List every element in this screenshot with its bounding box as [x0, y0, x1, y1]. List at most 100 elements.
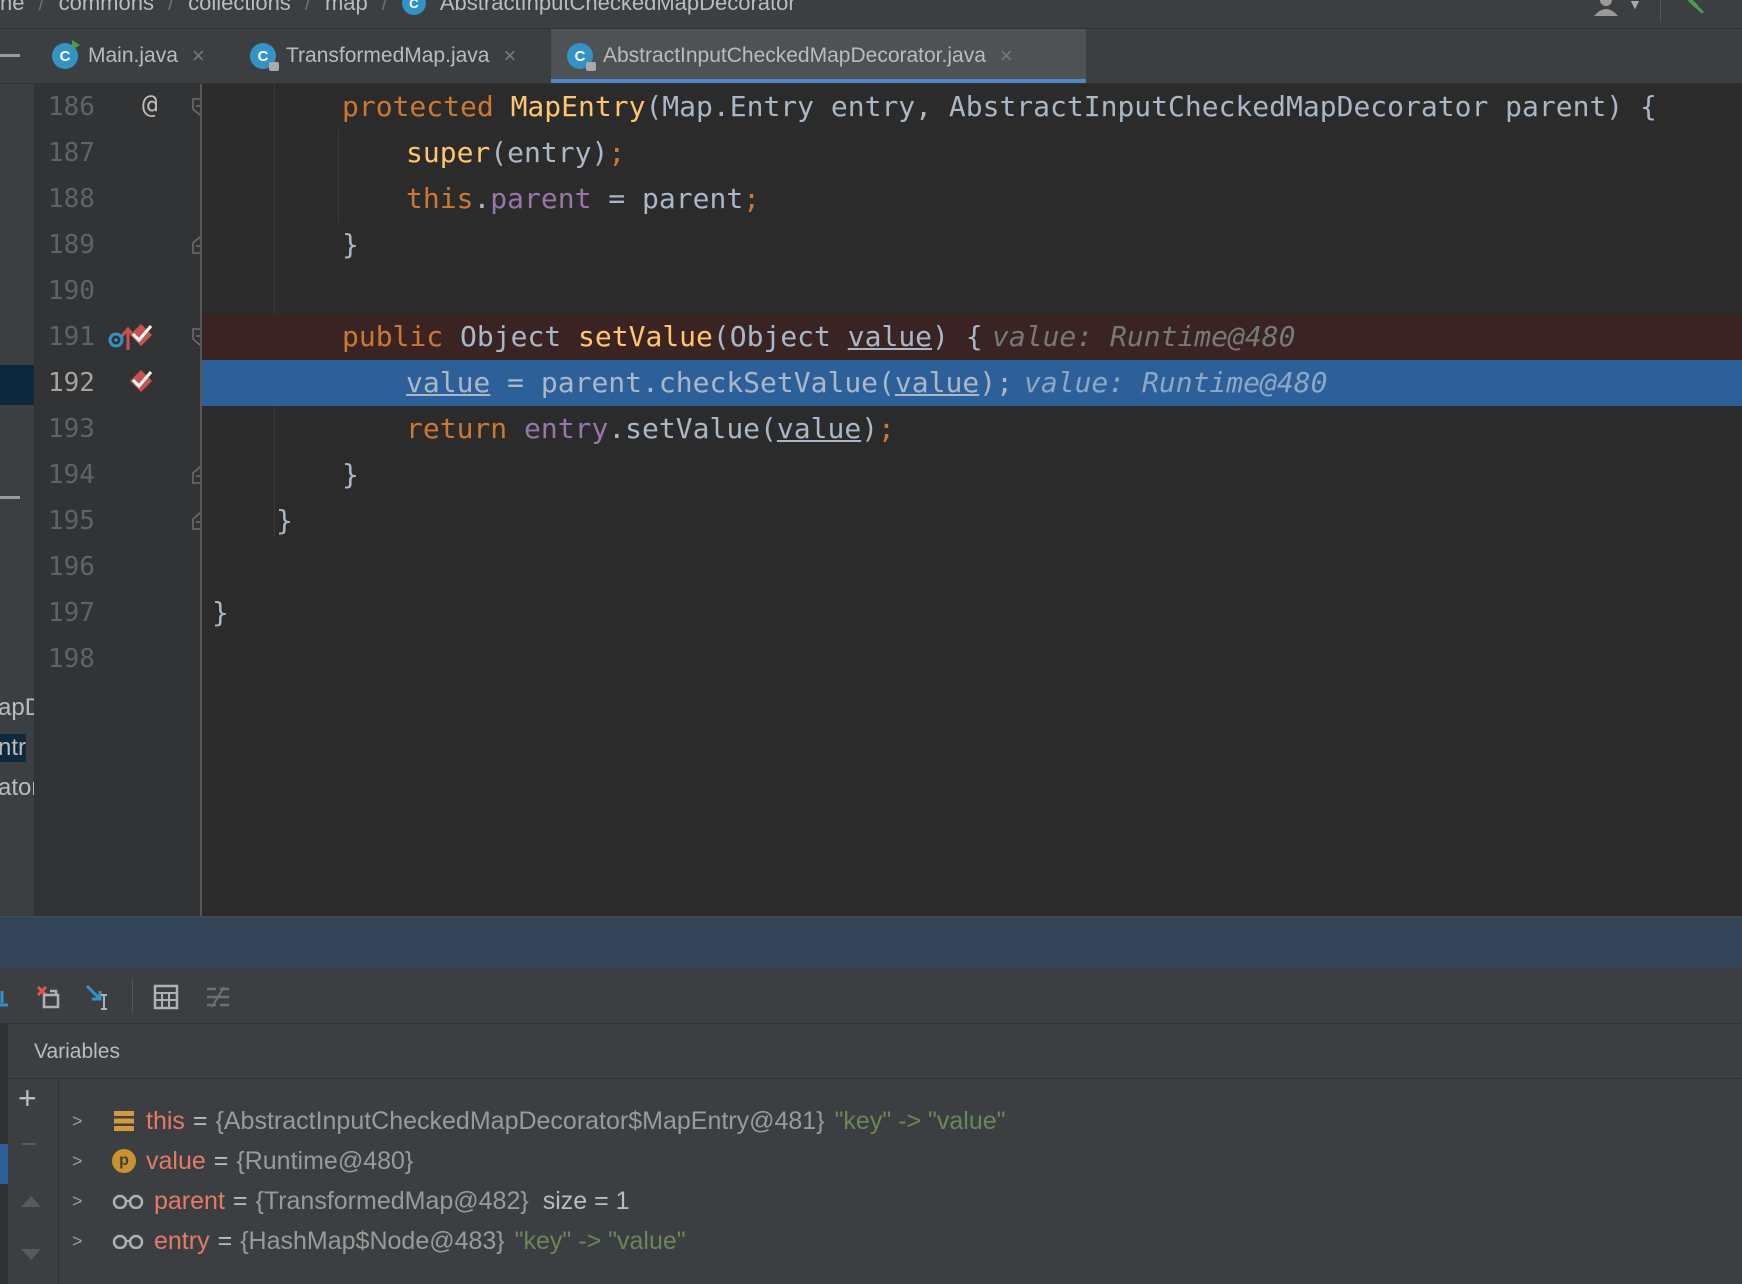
breadcrumb-item[interactable]: commons — [59, 0, 154, 16]
variable-name: value — [146, 1146, 206, 1175]
close-icon[interactable]: × — [503, 43, 516, 69]
breadcrumb-item[interactable]: AbstractInputCheckedMapDecorator — [440, 0, 796, 16]
tab-main-java[interactable]: C Main.java × — [52, 29, 230, 83]
variables-side-toolbar: + − — [0, 1078, 59, 1284]
line-number: 187 — [48, 138, 95, 168]
code-line[interactable] — [202, 544, 1742, 590]
line-number: 194 — [48, 460, 95, 490]
code-token: parent — [540, 366, 643, 399]
code-token: super — [406, 136, 491, 169]
variable-string-value: "key" -> "value" — [834, 1106, 1006, 1135]
variable-row[interactable]: > parent = {TransformedMap@482} size = 1 — [72, 1181, 630, 1221]
code-token: } — [342, 458, 359, 491]
code-line[interactable]: } — [202, 222, 1742, 268]
variable-equals: = — [213, 1146, 229, 1175]
breakpoint-icon[interactable] — [126, 366, 156, 396]
code-token: (Map.Entry entry, AbstractInputCheckedMa… — [645, 90, 1657, 123]
line-number: 188 — [48, 184, 95, 214]
variable-equals: = — [232, 1186, 248, 1215]
code-line[interactable]: this.parent = parent; — [202, 176, 1742, 222]
breadcrumb-item[interactable]: collections — [188, 0, 291, 16]
tab-abstract-input-checked-map-decorator-java[interactable]: C AbstractInputCheckedMapDecorator.java … — [551, 29, 1086, 83]
line-number: 195 — [48, 506, 95, 536]
variable-value: {AbstractInputCheckedMapDecorator$MapEnt… — [215, 1106, 825, 1135]
code-token: Object — [460, 320, 579, 353]
close-icon[interactable]: × — [192, 43, 205, 69]
remove-watch-button[interactable]: − — [20, 1128, 38, 1162]
variable-string-value: "key" -> "value" — [514, 1226, 686, 1255]
code-line[interactable] — [202, 268, 1742, 314]
variable-row[interactable]: > this = {AbstractInputCheckedMapDecorat… — [72, 1101, 1006, 1141]
variable-name: entry — [154, 1226, 210, 1255]
chevron-right-icon[interactable]: > — [72, 1191, 94, 1212]
code-token: ) — [861, 412, 879, 445]
chevron-right-icon[interactable]: > — [72, 1151, 94, 1172]
code-line[interactable]: return entry.setValue(value); — [202, 406, 1742, 452]
drop-frame-icon[interactable] — [34, 983, 62, 1011]
code-line[interactable]: } — [202, 452, 1742, 498]
breadcrumb-separator: / — [304, 0, 311, 15]
editor-tab-bar: C Main.java × C TransformedMap.java × C … — [0, 29, 1742, 84]
code-token: MapEntry — [510, 90, 646, 123]
tab-label: AbstractInputCheckedMapDecorator.java — [603, 44, 986, 67]
code-token: value — [847, 320, 933, 353]
collapse-icon[interactable] — [0, 496, 20, 499]
code-token: public — [342, 320, 461, 353]
add-watch-button[interactable]: + — [18, 1080, 37, 1117]
code-line[interactable]: super(entry); — [202, 130, 1742, 176]
breadcrumb-item[interactable]: map — [325, 0, 368, 16]
project-tree-item[interactable]: ator — [0, 774, 34, 802]
project-tree-item[interactable]: apD — [0, 694, 34, 722]
evaluate-expression-icon[interactable] — [152, 983, 180, 1011]
field-stack-icon — [114, 1111, 134, 1131]
line-number: 186 — [48, 92, 95, 122]
code-line[interactable]: } — [202, 498, 1742, 544]
run-to-cursor-icon[interactable] — [84, 983, 112, 1011]
step-out-icon[interactable] — [0, 983, 20, 1011]
variable-equals: = — [217, 1226, 233, 1255]
debug-tool-window-header — [0, 916, 1742, 969]
close-icon[interactable]: × — [1000, 43, 1013, 69]
code-line[interactable] — [202, 636, 1742, 682]
line-number: 190 — [48, 276, 95, 306]
variable-value: {Runtime@480} — [236, 1146, 414, 1175]
variable-row[interactable]: > entry = {HashMap$Node@483} "key" -> "v… — [72, 1221, 686, 1261]
current-line-number: 192 — [48, 368, 95, 398]
execution-point-line[interactable]: value = parent.checkSetValue(value); val… — [202, 360, 1742, 406]
code-token: = — [490, 366, 541, 399]
breadcrumb-separator: / — [167, 0, 175, 15]
chevron-right-icon[interactable]: > — [72, 1231, 94, 1252]
code-editor[interactable]: protected MapEntry(Map.Entry entry, Abst… — [202, 84, 1742, 916]
trace-current-stream-icon[interactable] — [204, 983, 232, 1011]
code-token: ; — [743, 182, 761, 215]
build-hammer-icon[interactable] — [1680, 0, 1706, 16]
breadcrumb-separator: / — [381, 0, 388, 15]
breadcrumb-item[interactable]: ne — [0, 0, 24, 16]
project-tree-selection[interactable] — [0, 365, 34, 405]
project-tree-item[interactable]: ntr — [0, 734, 27, 762]
move-down-icon[interactable] — [20, 1248, 42, 1262]
breadcrumb-separator: / — [38, 0, 45, 15]
breadcrumb: ne / commons / collections / map / C Abs… — [0, 0, 1742, 29]
minimize-icon[interactable] — [0, 54, 20, 57]
chevron-down-icon[interactable]: ▼ — [1628, 0, 1642, 12]
breakpoint-line[interactable]: public Object setValue(Object value) { v… — [202, 314, 1742, 360]
code-line[interactable]: protected MapEntry(Map.Entry entry, Abst… — [202, 84, 1742, 130]
debugger-toolbar — [0, 969, 1742, 1024]
user-icon[interactable] — [1592, 0, 1620, 16]
inline-debug-value: value: Runtime@480 — [992, 320, 1296, 353]
variable-equals: = — [192, 1106, 208, 1135]
code-token: .checkSetValue( — [642, 366, 895, 399]
chevron-right-icon[interactable]: > — [72, 1111, 94, 1132]
variable-name: parent — [154, 1186, 225, 1215]
override-annotation-icon[interactable]: @ — [142, 90, 158, 120]
code-line[interactable]: } — [202, 590, 1742, 636]
watch-glasses-icon — [112, 1234, 144, 1249]
code-token: .setValue( — [608, 412, 777, 445]
variable-row[interactable]: > p value = {Runtime@480} — [72, 1141, 413, 1181]
editor-gutter[interactable]: 186 187 188 189 190 191 192 193 194 195 … — [34, 84, 208, 916]
tab-transformed-map-java[interactable]: C TransformedMap.java × — [250, 29, 540, 83]
move-up-icon[interactable] — [20, 1194, 42, 1208]
variable-name: this — [146, 1106, 185, 1135]
method-breakpoint-icon[interactable] — [126, 320, 156, 350]
